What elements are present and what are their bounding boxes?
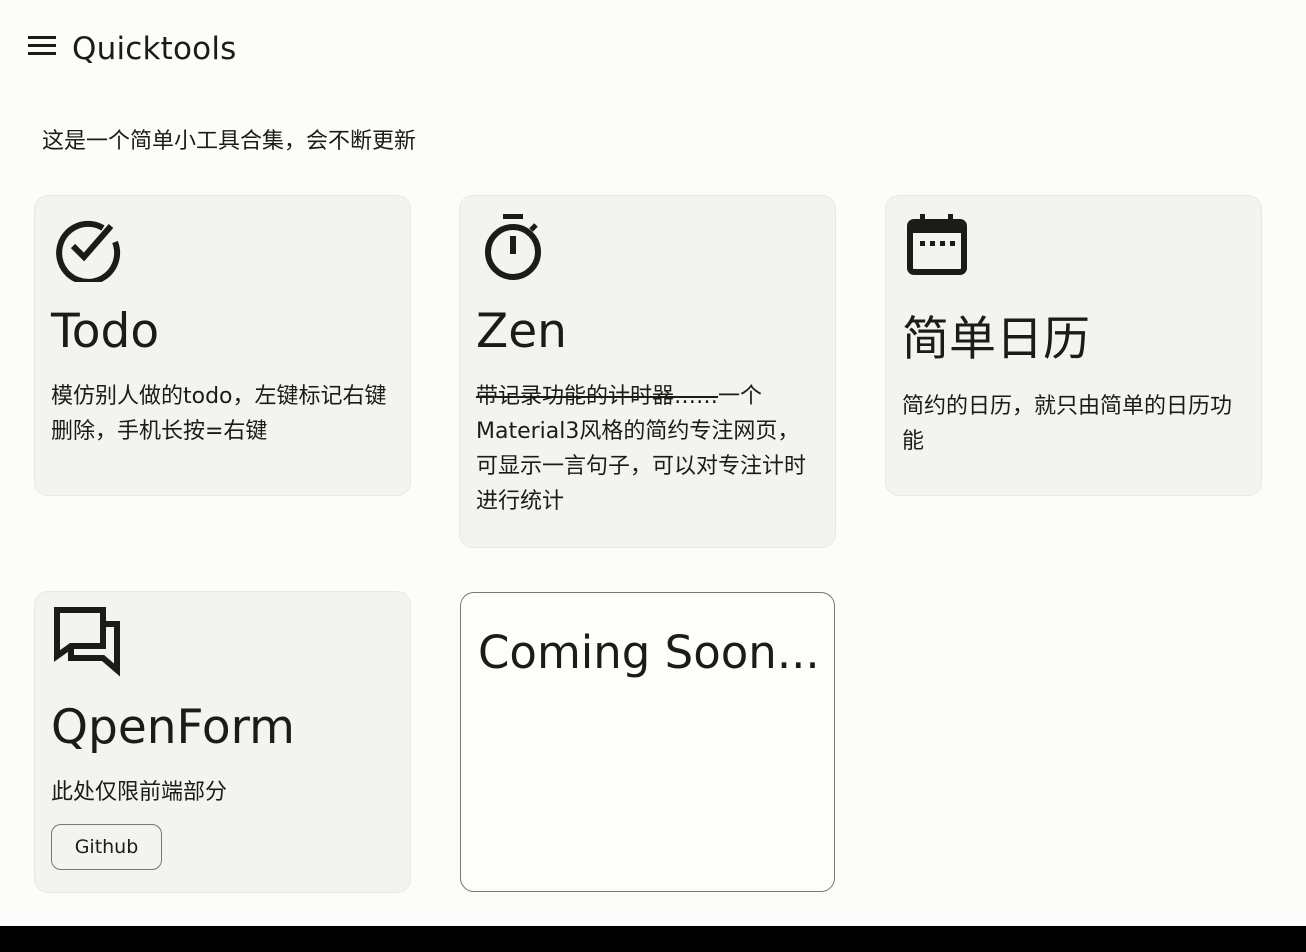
zen-card[interactable]: Zen 带记录功能的计时器……一个Material3风格的简约专注网页，可显示一… [459, 195, 836, 548]
calendar-card[interactable]: 简单日历 简约的日历，就只由简单的日历功能 [885, 195, 1262, 496]
coming-soon-card: Coming Soon... [460, 592, 835, 892]
todo-card[interactable]: Todo 模仿别人做的todo，左键标记右键删除，手机长按=右键 [34, 195, 411, 496]
bottom-bar [0, 926, 1306, 952]
qpenform-title: QpenForm [51, 700, 295, 755]
calendar-description: 简约的日历，就只由简单的日历功能 [902, 394, 1233, 454]
github-button[interactable]: Github [51, 824, 162, 870]
todo-title: Todo [51, 304, 160, 359]
coming-soon-title: Coming Soon... [478, 626, 820, 679]
intro-text: 这是一个简单小工具合集，会不断更新 [42, 129, 417, 154]
app-title: Quicktools [72, 31, 237, 67]
calendar-title: 简单日历 [902, 312, 1090, 367]
menu-button[interactable] [22, 28, 62, 64]
todo-description: 模仿别人做的todo，左键标记右键删除，手机长按=右键 [51, 384, 387, 444]
zen-title: Zen [476, 304, 567, 359]
zen-description-struck: 带记录功能的计时器…… [476, 384, 719, 409]
calendar-icon [907, 214, 967, 275]
qpenform-description: 此处仅限前端部分 [51, 780, 228, 805]
menu-icon [28, 36, 56, 55]
stopwatch-icon [485, 214, 541, 280]
qpenform-card[interactable]: QpenForm 此处仅限前端部分 Github [34, 591, 411, 893]
zen-description: 带记录功能的计时器……一个Material3风格的简约专注网页，可显示一言句子，… [476, 379, 821, 519]
check-circle-icon [56, 220, 121, 282]
top-app-bar: Quicktools [0, 0, 1306, 98]
forum-icon [54, 607, 120, 677]
